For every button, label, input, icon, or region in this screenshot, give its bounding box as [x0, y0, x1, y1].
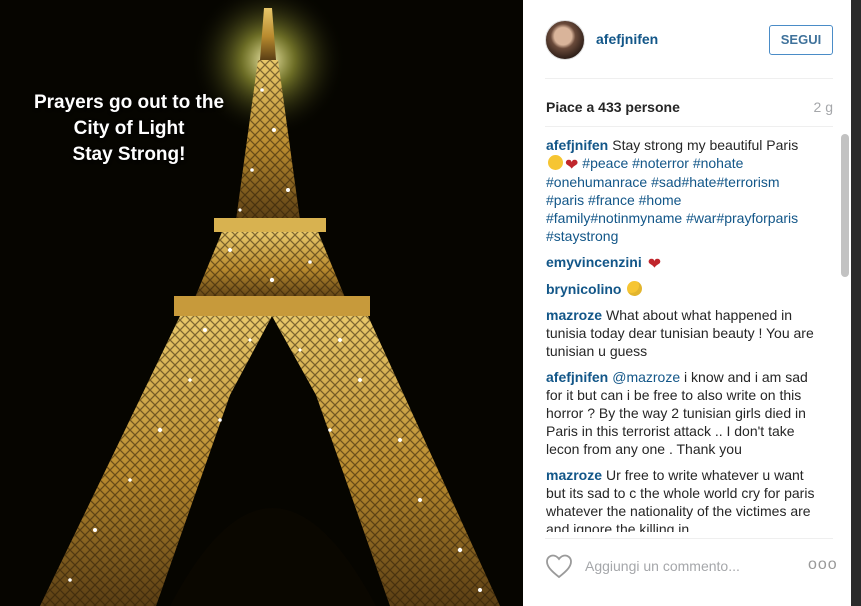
- likes-count[interactable]: Piace a 433 persone: [546, 99, 680, 115]
- post-details-panel: afefjnifen SEGUI Piace a 433 persone 2 g…: [523, 0, 851, 606]
- photo-overlay-text: Prayers go out to the City of Light Stay…: [0, 90, 258, 168]
- hashtag-link[interactable]: #onehumanrace: [546, 174, 647, 190]
- post-header: afefjnifen SEGUI: [523, 0, 851, 78]
- comment-item: afefjnifen @mazroze i know and i am sad f…: [546, 368, 816, 458]
- overlay-line-1: Prayers go out to the: [33, 92, 225, 113]
- comment-username[interactable]: emyvincenzini: [546, 254, 642, 270]
- instagram-post: Prayers go out to the City of Light Stay…: [0, 0, 861, 606]
- hashtag-link[interactable]: #nohate: [693, 155, 744, 171]
- heart-emoji-icon: ❤: [647, 256, 662, 273]
- hashtag-link[interactable]: #staystrong: [546, 228, 618, 244]
- like-heart-icon[interactable]: [545, 553, 573, 579]
- hashtag-link[interactable]: #home: [639, 192, 682, 208]
- comments-scrollbar[interactable]: [841, 134, 849, 530]
- avatar[interactable]: [545, 20, 585, 60]
- add-comment-input[interactable]: Aggiungi un commento...: [585, 558, 740, 574]
- header-divider: [545, 78, 833, 79]
- comment-username[interactable]: afefjnifen: [546, 369, 608, 385]
- stats-divider: [545, 126, 833, 127]
- post-photo[interactable]: Prayers go out to the City of Light Stay…: [0, 0, 523, 606]
- heart-emoji-icon: ❤: [565, 157, 579, 174]
- hashtag-link[interactable]: #terrorism: [716, 174, 779, 190]
- comment-username[interactable]: mazroze: [546, 467, 602, 483]
- cry-emoji-icon: [548, 155, 563, 170]
- post-footer: Aggiungi un commento... ooo: [523, 538, 851, 606]
- comment-item: brynicolino: [546, 280, 816, 298]
- hashtag-link[interactable]: #hate: [681, 174, 716, 190]
- scrollbar-thumb[interactable]: [841, 134, 849, 277]
- hashtag-link[interactable]: #sad: [651, 174, 681, 190]
- overlay-line-2: City of Light: [73, 118, 185, 139]
- hashtag-link[interactable]: @mazroze: [612, 369, 680, 385]
- hashtag-link[interactable]: #noterror: [632, 155, 689, 171]
- comment-item: emyvincenzini ❤: [546, 253, 816, 273]
- post-age[interactable]: 2 g: [814, 99, 833, 115]
- comment-text: Stay strong my beautiful Paris: [612, 137, 799, 153]
- overlay-line-3: Stay Strong!: [72, 144, 186, 165]
- sweat-emoji-icon: [627, 281, 643, 296]
- more-options-button[interactable]: ooo: [808, 556, 838, 574]
- hashtag-link[interactable]: #notinmyname: [590, 210, 682, 226]
- comment-username[interactable]: brynicolino: [546, 281, 621, 297]
- comments-list[interactable]: afefjnifen Stay strong my beautiful Paris…: [546, 136, 816, 532]
- hashtag-link[interactable]: #peace: [582, 155, 628, 171]
- hashtag-link[interactable]: #paris: [546, 192, 584, 208]
- author-username[interactable]: afefjnifen: [596, 31, 658, 47]
- comment-item: afefjnifen Stay strong my beautiful Paris…: [546, 136, 816, 245]
- hashtag-link[interactable]: #war: [686, 210, 716, 226]
- comment-username[interactable]: mazroze: [546, 307, 602, 323]
- follow-button[interactable]: SEGUI: [769, 25, 833, 55]
- comment-item: mazroze Ur free to write whatever u want …: [546, 466, 816, 532]
- background-edge: [851, 0, 861, 606]
- comment-item: mazroze What about what happened in tunis…: [546, 306, 816, 360]
- comment-username[interactable]: afefjnifen: [546, 137, 608, 153]
- hashtag-link[interactable]: #family: [546, 210, 590, 226]
- hashtag-link[interactable]: #france: [588, 192, 635, 208]
- hashtag-link[interactable]: #prayforparis: [716, 210, 798, 226]
